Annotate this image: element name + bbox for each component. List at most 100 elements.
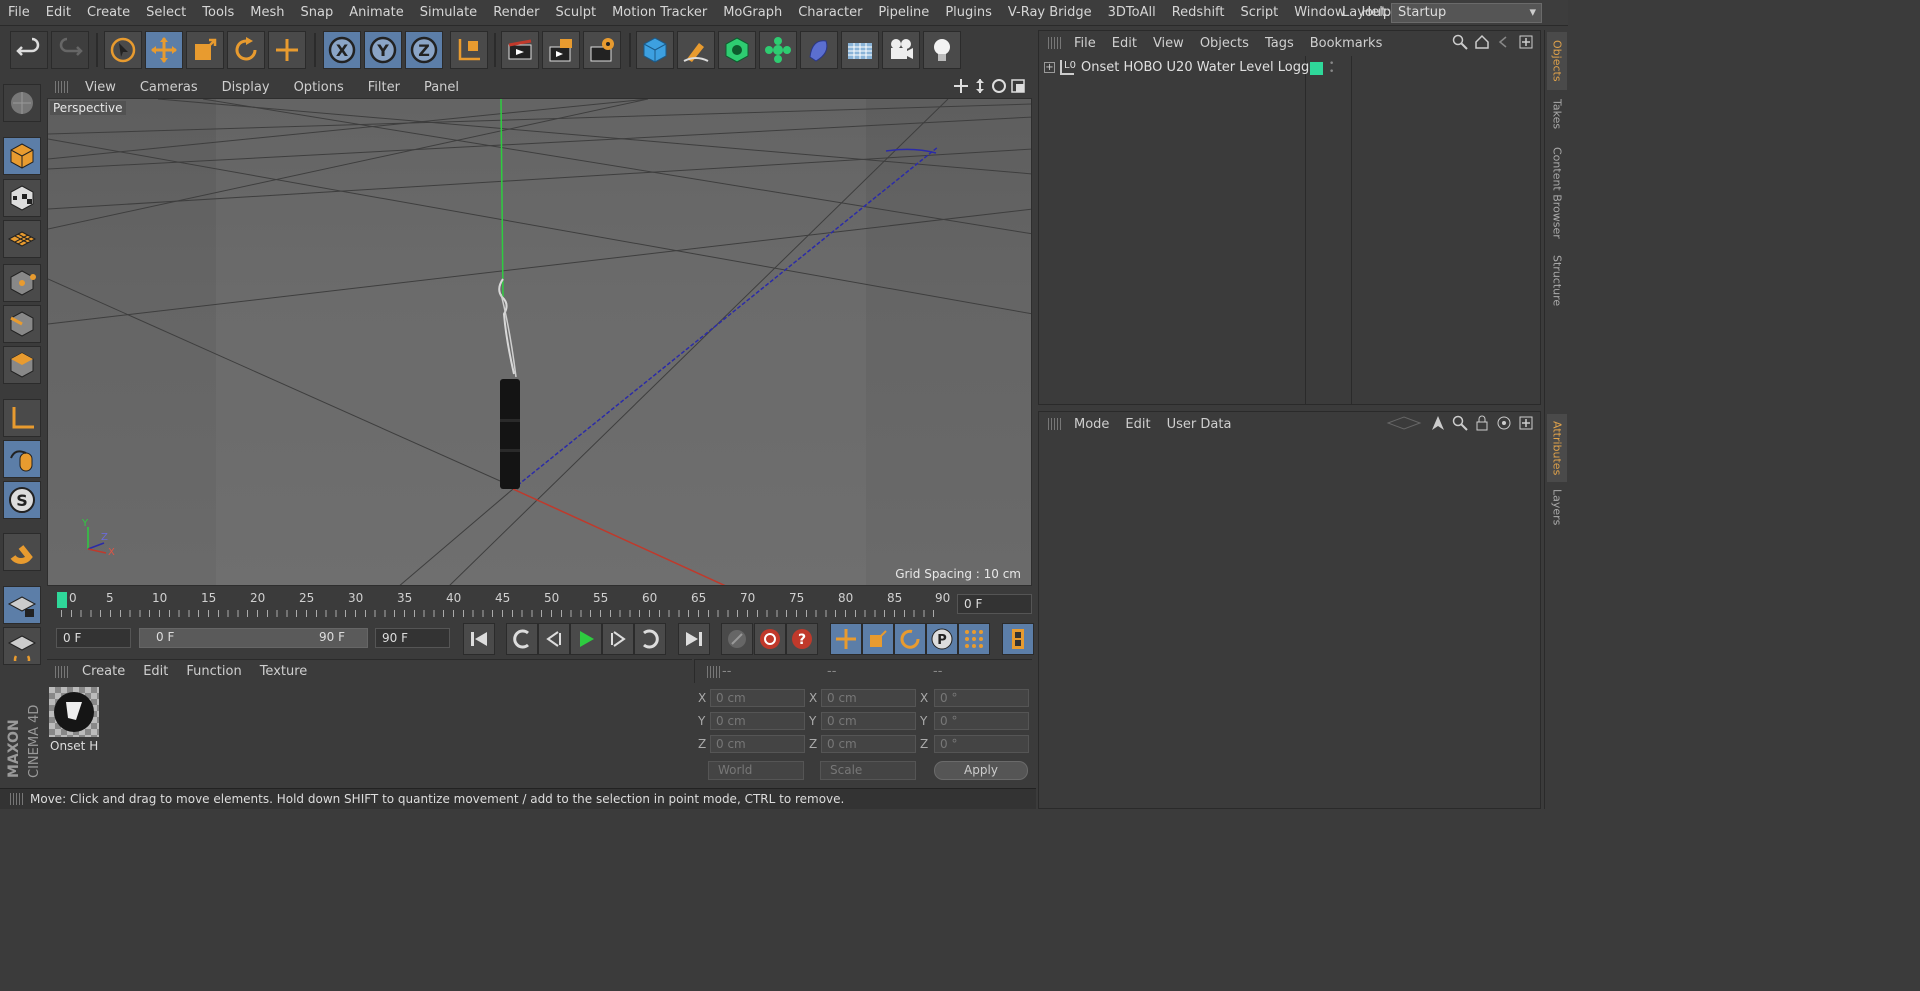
coordinate-system-button[interactable] [450, 31, 488, 69]
menu-edit[interactable]: Edit [38, 0, 79, 26]
target-icon[interactable] [1496, 415, 1512, 431]
end-frame-field[interactable]: 90 F [375, 628, 450, 648]
soft-selection-button[interactable]: S [3, 481, 41, 519]
viewport-menu-filter[interactable]: Filter [356, 80, 412, 95]
coordinate-mode-select[interactable]: World [708, 761, 804, 780]
move-tool-button[interactable] [145, 31, 183, 69]
redo-button[interactable] [51, 31, 89, 69]
apply-button[interactable]: Apply [934, 761, 1028, 780]
rotation-z-field[interactable]: 0 ° [934, 735, 1029, 753]
new-panel-icon[interactable] [1518, 34, 1534, 50]
home-icon[interactable] [1474, 34, 1490, 50]
render-to-picture-viewer-button[interactable] [542, 31, 580, 69]
layer-color-tag[interactable] [1310, 62, 1323, 75]
maximize-view-icon[interactable] [1010, 78, 1026, 94]
position-y-field[interactable]: 0 cm [710, 712, 805, 730]
menu-mograph[interactable]: MoGraph [715, 0, 790, 26]
snapping-button[interactable] [3, 533, 41, 571]
menu-3dtoall[interactable]: 3DToAll [1100, 0, 1164, 26]
next-frame-button[interactable] [602, 623, 634, 655]
viewport-menu-view[interactable]: View [73, 80, 128, 95]
menu-motion-tracker[interactable]: Motion Tracker [604, 0, 715, 26]
object-menu-file[interactable]: File [1066, 36, 1104, 51]
expand-icon[interactable]: + [1044, 62, 1055, 73]
viewport-camera-label[interactable]: Perspective [50, 101, 126, 115]
tab-content-browser[interactable]: Content Browser [1547, 138, 1567, 248]
viewport-menu-panel[interactable]: Panel [412, 80, 471, 95]
render-view-button[interactable] [501, 31, 539, 69]
live-selection-button[interactable] [104, 31, 142, 69]
mograph-cloner-button[interactable] [759, 31, 797, 69]
start-frame-field[interactable]: 0 F [56, 628, 131, 648]
pointer-icon[interactable] [1430, 415, 1446, 431]
size-x-field[interactable]: 0 cm [821, 689, 916, 707]
panel-grip-icon[interactable] [1048, 37, 1062, 49]
attribute-menu-edit[interactable]: Edit [1117, 417, 1158, 432]
menu-select[interactable]: Select [138, 0, 194, 26]
play-button[interactable] [570, 623, 602, 655]
key-scale-button[interactable] [862, 623, 894, 655]
axis-mode-button[interactable] [3, 399, 41, 437]
object-menu-view[interactable]: View [1145, 36, 1192, 51]
y-axis-lock-button[interactable]: Y [364, 31, 402, 69]
menu-animate[interactable]: Animate [341, 0, 411, 26]
previous-key-button[interactable] [506, 623, 538, 655]
menu-mesh[interactable]: Mesh [242, 0, 292, 26]
search-icon[interactable] [1452, 34, 1468, 50]
tab-layers[interactable]: Layers [1547, 484, 1567, 530]
z-axis-lock-button[interactable]: Z [405, 31, 443, 69]
panel-grip-icon[interactable] [707, 666, 721, 678]
timeline-window-button[interactable] [1002, 623, 1034, 655]
back-icon[interactable] [1496, 34, 1512, 50]
menu-plugins[interactable]: Plugins [937, 0, 1000, 26]
points-mode-button[interactable] [3, 264, 41, 302]
key-point-level-button[interactable] [958, 623, 990, 655]
polygons-mode-button[interactable] [3, 346, 41, 384]
rotation-y-field[interactable]: 0 ° [934, 712, 1029, 730]
undo-button[interactable] [10, 31, 48, 69]
water-level-logger-model[interactable] [500, 379, 520, 489]
object-name[interactable]: Onset HOBO U20 Water Level Logger [1081, 60, 1323, 75]
panel-grip-icon[interactable] [55, 665, 69, 678]
menu-sculpt[interactable]: Sculpt [547, 0, 604, 26]
subdivision-surface-button[interactable] [718, 31, 756, 69]
layout-select[interactable]: Startup [1391, 3, 1542, 23]
menu-simulate[interactable]: Simulate [412, 0, 485, 26]
go-to-start-button[interactable] [463, 623, 495, 655]
key-rotation-button[interactable] [894, 623, 926, 655]
menu-pipeline[interactable]: Pipeline [870, 0, 937, 26]
material-menu-edit[interactable]: Edit [134, 664, 177, 679]
render-settings-button[interactable] [583, 31, 621, 69]
pan-view-icon[interactable] [953, 78, 969, 94]
go-to-end-button[interactable] [678, 623, 710, 655]
object-row[interactable]: + L0 Onset HOBO U20 Water Level Logger •… [1041, 59, 1541, 79]
material-menu-create[interactable]: Create [73, 664, 134, 679]
key-position-button[interactable] [830, 623, 862, 655]
locked-workplane-button[interactable] [3, 586, 41, 624]
object-menu-objects[interactable]: Objects [1192, 36, 1257, 51]
floor-environment-button[interactable] [841, 31, 879, 69]
panel-grip-icon[interactable] [55, 81, 69, 93]
camera-button[interactable] [882, 31, 920, 69]
panel-grip-icon[interactable] [1048, 418, 1062, 430]
perspective-viewport[interactable]: Perspective Y Z X Grid Spacing : 10 cm [47, 98, 1032, 586]
tab-takes[interactable]: Takes [1547, 92, 1567, 136]
material-thumbnail[interactable] [49, 687, 99, 737]
tab-objects[interactable]: Objects [1547, 32, 1567, 90]
keyframe-selection-button[interactable]: ? [786, 623, 818, 655]
recent-tool-button[interactable] [268, 31, 306, 69]
deformer-button[interactable] [800, 31, 838, 69]
dolly-view-icon[interactable] [972, 78, 988, 94]
size-mode-select[interactable]: Scale [820, 761, 916, 780]
autokeying-button[interactable] [754, 623, 786, 655]
size-z-field[interactable]: 0 cm [821, 735, 916, 753]
edges-mode-button[interactable] [3, 305, 41, 343]
next-key-button[interactable] [634, 623, 666, 655]
menu-snap[interactable]: Snap [293, 0, 342, 26]
rotate-tool-button[interactable] [227, 31, 265, 69]
workplane-mode-button[interactable] [3, 220, 41, 258]
menu-script[interactable]: Script [1233, 0, 1287, 26]
menu-vray-bridge[interactable]: V-Ray Bridge [1000, 0, 1100, 26]
size-y-field[interactable]: 0 cm [821, 712, 916, 730]
scale-tool-button[interactable] [186, 31, 224, 69]
